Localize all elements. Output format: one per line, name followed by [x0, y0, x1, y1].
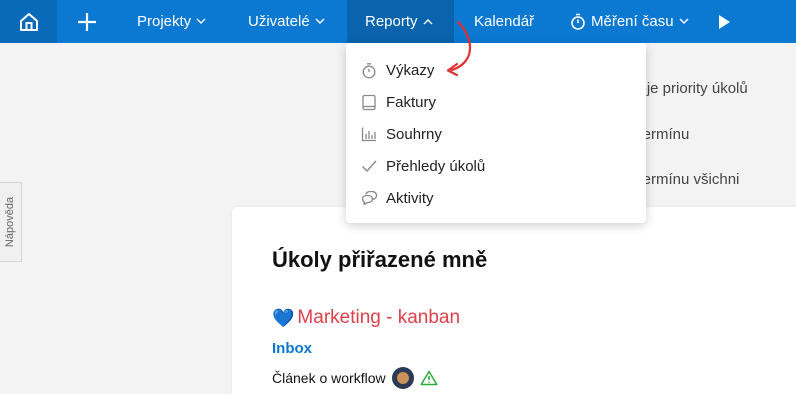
menu-item-prehledy-ukolu[interactable]: Přehledy úkolů — [346, 150, 646, 182]
home-icon — [19, 12, 38, 31]
timer-play-button[interactable] — [695, 0, 755, 43]
card-title: Úkoly přiřazené mně — [272, 247, 488, 272]
nav-projekty[interactable]: Projekty — [117, 0, 228, 43]
nav-label: Uživatelé — [248, 13, 310, 30]
nav-kalendar[interactable]: Kalendář — [454, 0, 553, 43]
menu-item-faktury[interactable]: Faktury — [346, 86, 646, 118]
menu-item-vykazy[interactable]: Výkazy — [346, 54, 646, 86]
task-row[interactable]: Článek o workflow — [272, 367, 438, 389]
assigned-tasks-card: Úkoly přiřazené mně 💙 Marketing - kanban… — [232, 207, 796, 394]
menu-item-label: Faktury — [386, 93, 437, 111]
nav-uzivatele[interactable]: Uživatelé — [228, 0, 347, 43]
section-inbox[interactable]: Inbox — [272, 340, 312, 357]
menu-item-label: Výkazy — [386, 61, 435, 79]
bar-chart-icon — [360, 125, 378, 143]
menu-item-label: Souhrny — [386, 125, 442, 143]
help-tab[interactable]: Nápověda — [0, 182, 22, 262]
menu-item-souhrny[interactable]: Souhrny — [346, 118, 646, 150]
nav-label: Projekty — [137, 13, 192, 30]
reports-dropdown: Výkazy Faktury Souhrny Přehledy úkolů Ak… — [346, 43, 646, 223]
menu-item-label: Aktivity — [386, 189, 434, 207]
book-icon — [360, 93, 378, 111]
help-tab-label: Nápověda — [4, 196, 17, 248]
heart-icon: 💙 — [272, 307, 295, 328]
play-icon — [719, 14, 730, 29]
nav-label: Reporty — [365, 13, 418, 30]
nav-label: Kalendář — [474, 13, 535, 30]
nav-reporty[interactable]: Reporty — [347, 0, 454, 43]
stopwatch-icon — [360, 61, 378, 79]
chat-bubbles-icon — [360, 189, 378, 207]
menu-item-label: Přehledy úkolů — [386, 157, 486, 175]
check-icon — [360, 157, 378, 175]
top-nav: Projekty Uživatelé Reporty Kalendář Měře… — [0, 0, 796, 43]
nav-mereni-casu[interactable]: Měření času — [553, 0, 695, 43]
chevron-down-icon — [315, 18, 325, 25]
chevron-up-icon — [423, 18, 433, 25]
menu-item-aktivity[interactable]: Aktivity — [346, 182, 646, 214]
chevron-down-icon — [679, 18, 689, 25]
plus-icon — [78, 12, 96, 31]
project-row[interactable]: 💙 Marketing - kanban — [272, 307, 460, 329]
chevron-down-icon — [196, 18, 206, 25]
avatar — [391, 367, 414, 389]
warning-icon — [420, 370, 438, 386]
add-button[interactable] — [57, 0, 117, 43]
task-name: Článek o workflow — [272, 370, 386, 386]
nav-label: Měření času — [591, 13, 674, 30]
stopwatch-icon — [570, 13, 586, 30]
home-button[interactable] — [0, 0, 57, 43]
project-name: Marketing - kanban — [297, 307, 461, 328]
